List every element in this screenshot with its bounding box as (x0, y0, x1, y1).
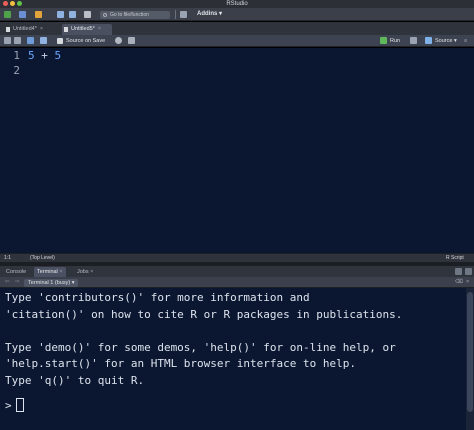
terminal-scrollbar[interactable] (466, 288, 474, 430)
editor-tab-bar: Untitled4* × Untitled5* × (0, 22, 474, 35)
open-file-icon[interactable] (35, 11, 42, 18)
tab-label: Untitled5* (71, 26, 95, 32)
print-icon[interactable] (84, 11, 91, 18)
code-number: 5 (54, 49, 62, 62)
close-tab-icon[interactable]: × (40, 26, 43, 32)
code-tools-icon[interactable] (128, 37, 135, 44)
tab-untitled5[interactable]: Untitled5* × (62, 24, 112, 35)
window-title: RStudio (226, 1, 248, 7)
source-button[interactable]: Source ▾ (435, 35, 457, 47)
terminal-scroll-thumb[interactable] (467, 292, 473, 412)
code-line[interactable]: 5 + 5 (28, 49, 61, 62)
go-to-file-input[interactable]: Go to file/function (100, 11, 170, 19)
close-tab-icon[interactable]: × (98, 26, 101, 32)
source-on-save-checkbox[interactable] (57, 38, 63, 44)
workspace-panes-icon[interactable] (180, 11, 187, 18)
line-number: 2 (13, 64, 20, 77)
code-number: 5 (28, 49, 35, 62)
terminal-line: 'citation()' on how to cite R or R packa… (5, 307, 403, 321)
tab-label: Terminal (37, 269, 58, 275)
save-all-icon[interactable] (69, 11, 76, 18)
toolbar-divider (175, 10, 176, 19)
tab-jobs[interactable]: Jobs × (74, 267, 96, 277)
terminal-selector-label: Terminal 1 (busy) (28, 280, 71, 286)
save-icon[interactable] (40, 37, 47, 44)
terminal-cursor[interactable] (16, 398, 24, 412)
tab-label: Untitled4* (13, 26, 37, 32)
terminal-line: Type 'q()' to quit R. (5, 373, 145, 387)
terminal-prompt: > (5, 399, 12, 412)
new-project-icon[interactable] (19, 11, 26, 18)
terminal-toolbar: ⇦ ⇨ Terminal 1 (busy) ▾ ⌫ × (0, 277, 474, 288)
addins-label: Addins (197, 11, 218, 17)
line-number: 1 (13, 49, 20, 62)
terminal-line: Type 'contributors()' for more informati… (5, 291, 310, 304)
code-editor[interactable]: 1 2 5 + 5 (0, 48, 474, 253)
console-tab-bar: Console Terminal × Jobs × (0, 266, 474, 277)
tab-console[interactable]: Console (3, 267, 29, 277)
addins-menu[interactable]: Addins ▾ (197, 10, 222, 19)
source-on-save-label: Source on Save (66, 38, 106, 44)
new-file-icon[interactable] (4, 11, 11, 18)
tab-label: Jobs (77, 269, 89, 275)
run-button[interactable]: Run (390, 35, 400, 47)
next-terminal-icon[interactable]: ⇨ (12, 277, 23, 287)
r-document-icon (6, 27, 10, 32)
close-tab-icon[interactable]: × (90, 269, 93, 275)
source-label: Source (435, 38, 453, 44)
terminal-line: 'help.start()' for an HTML browser inter… (5, 357, 356, 370)
title-bar: RStudio (0, 0, 474, 8)
terminal-line: Type 'demo()' for some demos, 'help()' f… (5, 340, 396, 354)
code-operator: + (41, 49, 48, 62)
minimize-pane-icon[interactable] (455, 268, 462, 275)
tab-untitled4[interactable]: Untitled4* × (4, 24, 62, 35)
editor-status-bar: 1:1 (Top Level) R Script (0, 253, 474, 262)
run-icon[interactable] (380, 37, 387, 44)
show-in-window-icon[interactable] (27, 37, 34, 44)
save-icon[interactable] (57, 11, 64, 18)
tab-terminal[interactable]: Terminal × (34, 267, 66, 277)
r-document-icon (64, 27, 68, 32)
close-tab-icon[interactable]: × (59, 269, 62, 275)
search-icon (103, 13, 107, 17)
line-number-gutter: 1 2 (0, 48, 24, 253)
maximize-pane-icon[interactable] (465, 268, 472, 275)
rerun-icon[interactable] (410, 37, 417, 44)
editor-toolbar: Source on Save Run Source ▾ ≡ (0, 35, 474, 47)
terminal-output[interactable]: Type 'contributors()' for more informati… (0, 288, 466, 430)
source-icon[interactable] (425, 37, 432, 44)
back-icon[interactable] (4, 37, 11, 44)
go-to-file-placeholder: Go to file/function (110, 12, 149, 18)
find-icon[interactable] (115, 37, 122, 44)
editor-options-icon[interactable]: ≡ (464, 35, 467, 47)
forward-icon[interactable] (14, 37, 21, 44)
terminal-selector[interactable]: Terminal 1 (busy) ▾ (24, 279, 79, 287)
main-toolbar: Go to file/function Addins ▾ (0, 8, 474, 21)
close-terminal-icon[interactable]: × (463, 277, 472, 287)
